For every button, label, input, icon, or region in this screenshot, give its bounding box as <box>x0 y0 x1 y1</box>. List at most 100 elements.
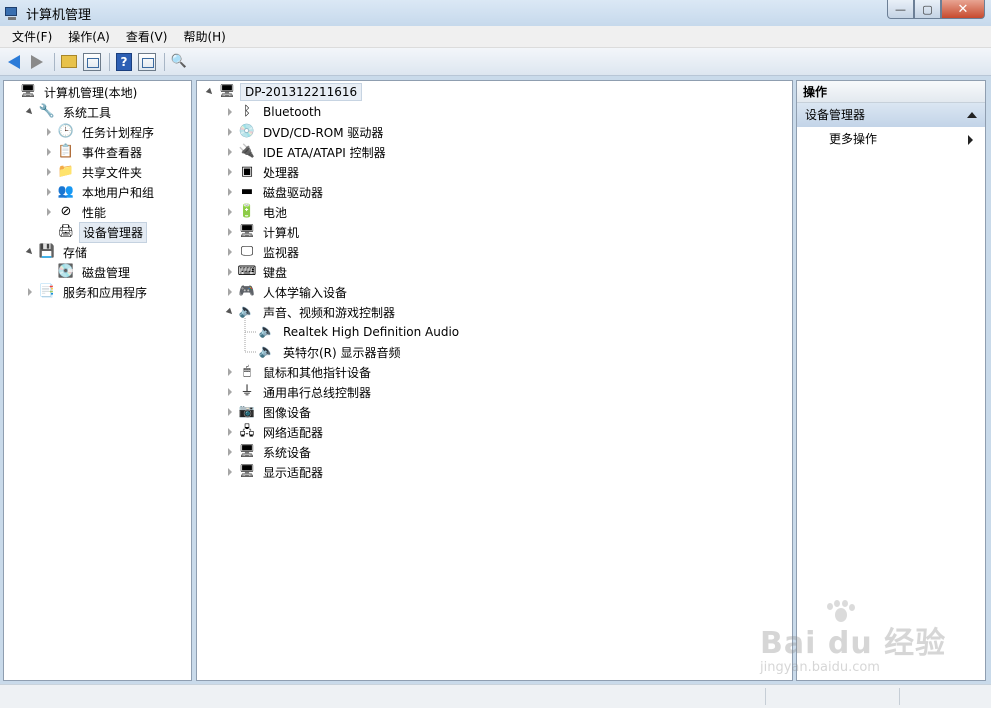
expand-expander[interactable] <box>225 247 235 257</box>
collapse-up-icon[interactable] <box>967 112 977 118</box>
menu-bar: 文件(F) 操作(A) 查看(V) 帮助(H) <box>0 26 991 48</box>
device-tree-pane[interactable]: 🖥 DP-201312211616 ᛒ Bluetooth 💿 DVD/CD-ROM … <box>196 80 793 681</box>
maximize-button[interactable]: ▢ <box>914 0 941 19</box>
menu-view[interactable]: 查看(V) <box>118 27 176 47</box>
console-tree-item[interactable]: 📁 共享文件夹 <box>44 162 145 182</box>
device-category-item[interactable]: 🖥 系统设备 <box>225 442 314 462</box>
help-button[interactable]: ? <box>114 52 134 72</box>
close-icon: ✕ <box>957 1 969 17</box>
expand-expander[interactable] <box>44 147 54 157</box>
console-tree-icon <box>83 52 101 71</box>
device-category-label: 磁盘驱动器 <box>263 185 324 200</box>
console-tree-item[interactable]: 🖨 设备管理器 <box>44 221 148 243</box>
back-button[interactable] <box>4 52 24 72</box>
device-category-label: 监视器 <box>263 245 300 260</box>
actions-section-label: 设备管理器 <box>805 108 866 122</box>
device-category-item[interactable]: 🔋 电池 <box>225 202 290 222</box>
console-tree-item[interactable]: 🔧 系统工具 <box>25 102 114 122</box>
expand-expander[interactable] <box>44 127 54 137</box>
expand-expander[interactable] <box>225 107 235 117</box>
device-category-item[interactable]: 🖵 监视器 <box>225 242 302 262</box>
device-category-item[interactable]: 🔈 Realtek High Definition Audio <box>245 322 462 342</box>
system-device-icon: 🖥 <box>238 444 256 459</box>
expand-expander[interactable] <box>225 447 235 457</box>
menu-action[interactable]: 操作(A) <box>60 27 118 47</box>
mouse-icon: 🖱 <box>243 364 251 379</box>
console-tree-item[interactable]: 📋 事件查看器 <box>44 142 145 162</box>
show-hide-tree-button[interactable] <box>82 52 102 72</box>
device-category-item[interactable]: 🔈 声音、视频和游戏控制器 <box>225 302 398 322</box>
device-category-item[interactable]: 🖥 显示适配器 <box>225 462 326 482</box>
device-category-label: 计算机 <box>263 225 300 240</box>
expand-expander[interactable] <box>225 367 235 377</box>
expand-expander[interactable] <box>225 407 235 417</box>
up-folder-button[interactable] <box>59 52 79 72</box>
console-tree-pane[interactable]: 🖥 计算机管理(本地) 🔧 系统工具 🕒 任务计划程序 📋 事件查看器 📁 共享文件夹 👥 本地用户和… <box>3 80 192 681</box>
console-tree-item[interactable]: ⊘ 性能 <box>44 202 109 222</box>
device-category-item[interactable]: ᛒ Bluetooth <box>225 102 324 122</box>
device-category-item[interactable]: 📷 图像设备 <box>225 402 314 422</box>
status-section <box>899 688 989 705</box>
collapse-expander[interactable] <box>25 247 35 257</box>
device-category-label: 键盘 <box>263 265 288 280</box>
system-tools-icon: 🔧 <box>38 104 56 119</box>
title-bar[interactable]: 计算机管理 — ▢ ✕ <box>0 0 991 26</box>
ide-controller-icon: 🔌 <box>238 144 256 159</box>
collapse-expander[interactable] <box>205 87 215 97</box>
users-icon: 👥 <box>57 184 75 199</box>
console-tree-item[interactable]: 💾 存储 <box>25 242 90 262</box>
console-tree-item[interactable]: 💽 磁盘管理 <box>44 262 133 282</box>
collapse-expander[interactable] <box>25 107 35 117</box>
expand-expander[interactable] <box>225 127 235 137</box>
menu-help[interactable]: 帮助(H) <box>175 27 233 47</box>
expand-expander[interactable] <box>44 187 54 197</box>
menu-file[interactable]: 文件(F) <box>4 27 60 47</box>
device-category-item[interactable]: 💿 DVD/CD-ROM 驱动器 <box>225 122 386 142</box>
toolbar: ? 🔍 <box>0 48 991 76</box>
more-actions-item[interactable]: 更多操作 <box>829 129 979 149</box>
expand-expander[interactable] <box>225 207 235 217</box>
console-tree-label: 存储 <box>63 245 88 260</box>
device-category-item[interactable]: 🔈 英特尔(R) 显示器音频 <box>245 342 404 362</box>
window-title: 计算机管理 <box>26 7 92 23</box>
show-hide-action-pane-button[interactable] <box>137 52 157 72</box>
expand-expander[interactable] <box>25 287 35 297</box>
expand-expander[interactable] <box>225 287 235 297</box>
device-category-item[interactable]: ▣ 处理器 <box>225 162 302 182</box>
device-tree-root[interactable]: 🖥 DP-201312211616 <box>205 82 363 102</box>
window-controls: — ▢ ✕ <box>887 0 985 19</box>
console-tree-item[interactable]: 📑 服务和应用程序 <box>25 282 150 302</box>
expand-expander[interactable] <box>225 267 235 277</box>
device-category-item[interactable]: ⌨ 键盘 <box>225 262 290 282</box>
expand-expander[interactable] <box>225 467 235 477</box>
device-category-item[interactable]: 🖧 网络适配器 <box>225 422 326 442</box>
processor-icon: ▣ <box>240 164 254 179</box>
expand-expander[interactable] <box>225 227 235 237</box>
console-tree-item[interactable]: 🕒 任务计划程序 <box>44 122 157 142</box>
device-category-item[interactable]: 🖥 计算机 <box>225 222 302 242</box>
console-tree-label: 本地用户和组 <box>82 185 155 200</box>
device-category-item[interactable]: ▬ 磁盘驱动器 <box>225 182 326 202</box>
minimize-button[interactable]: — <box>887 0 914 19</box>
expand-expander[interactable] <box>225 147 235 157</box>
console-tree-label: 服务和应用程序 <box>63 285 148 300</box>
expand-expander[interactable] <box>225 167 235 177</box>
expand-expander[interactable] <box>225 387 235 397</box>
console-tree-item[interactable]: 🖥 计算机管理(本地) <box>6 82 140 102</box>
expand-expander[interactable] <box>44 207 54 217</box>
collapse-expander[interactable] <box>225 307 235 317</box>
expand-expander[interactable] <box>44 167 54 177</box>
device-category-item[interactable]: 🔌 IDE ATA/ATAPI 控制器 <box>225 142 389 162</box>
device-category-item[interactable]: 🖱 鼠标和其他指针设备 <box>225 362 374 382</box>
actions-section-device-manager[interactable]: 设备管理器 <box>797 103 985 127</box>
console-tree-item[interactable]: 👥 本地用户和组 <box>44 182 157 202</box>
expand-expander[interactable] <box>225 427 235 437</box>
console-tree-label: 计算机管理(本地) <box>44 85 138 100</box>
forward-button[interactable] <box>27 52 47 72</box>
scan-hardware-button[interactable]: 🔍 <box>169 52 189 72</box>
expand-expander[interactable] <box>225 187 235 197</box>
device-category-item[interactable]: 🎮 人体学输入设备 <box>225 282 350 302</box>
close-button[interactable]: ✕ <box>941 0 985 19</box>
monitor-icon: 🖵 <box>240 244 254 259</box>
device-category-item[interactable]: ⏚ 通用串行总线控制器 <box>225 382 374 402</box>
